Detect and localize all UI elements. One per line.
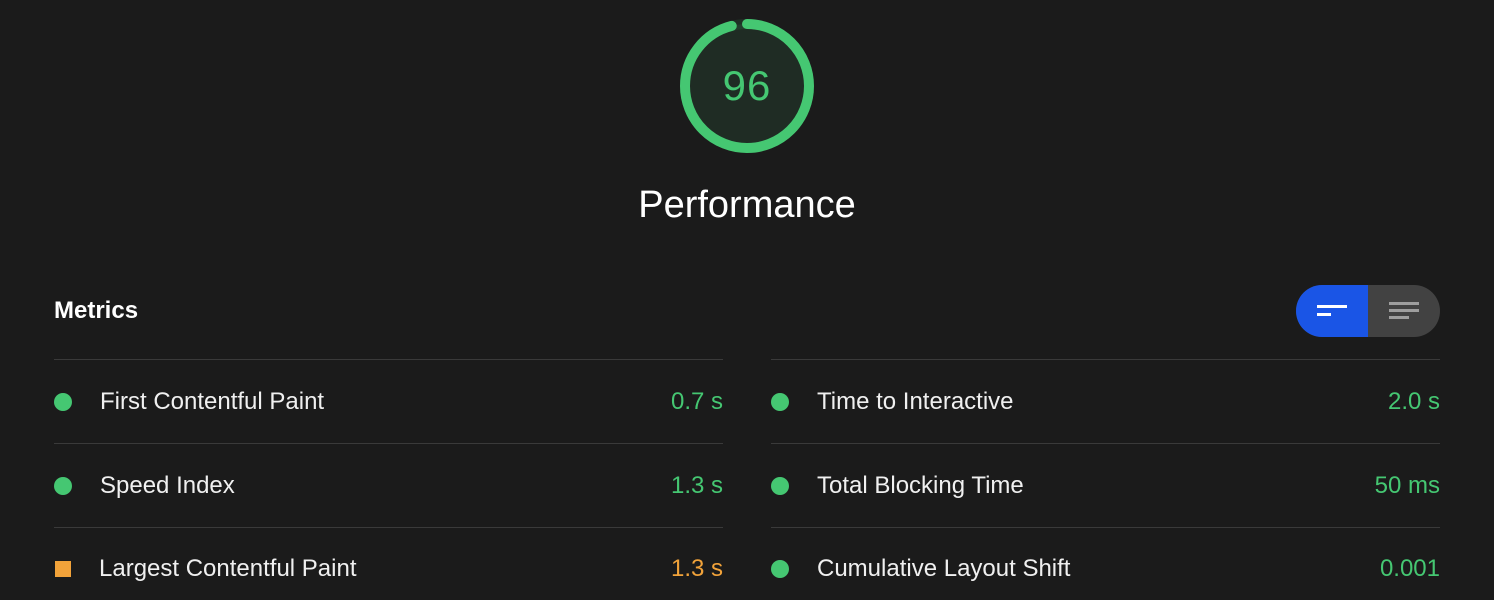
metric-label: Cumulative Layout Shift xyxy=(817,555,1380,583)
metrics-view-toggle[interactable] xyxy=(1296,285,1440,337)
metrics-grid: First Contentful Paint0.7 sSpeed Index1.… xyxy=(54,359,1440,600)
metric-row[interactable]: Largest Contentful Paint1.3 s xyxy=(54,527,723,600)
metric-row[interactable]: Time to Interactive2.0 s xyxy=(771,359,1440,443)
metric-value: 0.7 s xyxy=(671,388,723,416)
status-good-icon xyxy=(771,477,789,495)
metric-label: Speed Index xyxy=(100,472,671,500)
bars-long-icon xyxy=(1389,301,1419,321)
status-good-icon xyxy=(54,393,72,411)
score-gauge-section: 96 Performance xyxy=(54,16,1440,227)
score-gauge: 96 xyxy=(677,16,817,156)
metric-label: Largest Contentful Paint xyxy=(99,555,671,583)
status-good-icon xyxy=(54,477,72,495)
category-title: Performance xyxy=(638,184,856,227)
gauge-score-value: 96 xyxy=(677,16,817,156)
metric-row[interactable]: Cumulative Layout Shift0.001 xyxy=(771,527,1440,600)
status-warn-icon xyxy=(55,561,71,577)
metric-value: 0.001 xyxy=(1380,555,1440,583)
view-toggle-compact[interactable] xyxy=(1296,285,1368,337)
metrics-heading: Metrics xyxy=(54,297,138,325)
metric-value: 50 ms xyxy=(1375,472,1440,500)
metric-value: 2.0 s xyxy=(1388,388,1440,416)
metric-row[interactable]: Total Blocking Time50 ms xyxy=(771,443,1440,527)
metrics-column-right: Time to Interactive2.0 sTotal Blocking T… xyxy=(771,359,1440,600)
metric-label: First Contentful Paint xyxy=(100,388,671,416)
view-toggle-expanded[interactable] xyxy=(1368,285,1440,337)
status-good-icon xyxy=(771,560,789,578)
status-good-icon xyxy=(771,393,789,411)
metric-row[interactable]: Speed Index1.3 s xyxy=(54,443,723,527)
metrics-column-left: First Contentful Paint0.7 sSpeed Index1.… xyxy=(54,359,723,600)
metric-value: 1.3 s xyxy=(671,555,723,583)
metric-label: Total Blocking Time xyxy=(817,472,1375,500)
metric-label: Time to Interactive xyxy=(817,388,1388,416)
bars-short-icon xyxy=(1317,302,1347,320)
metric-value: 1.3 s xyxy=(671,472,723,500)
metric-row[interactable]: First Contentful Paint0.7 s xyxy=(54,359,723,443)
